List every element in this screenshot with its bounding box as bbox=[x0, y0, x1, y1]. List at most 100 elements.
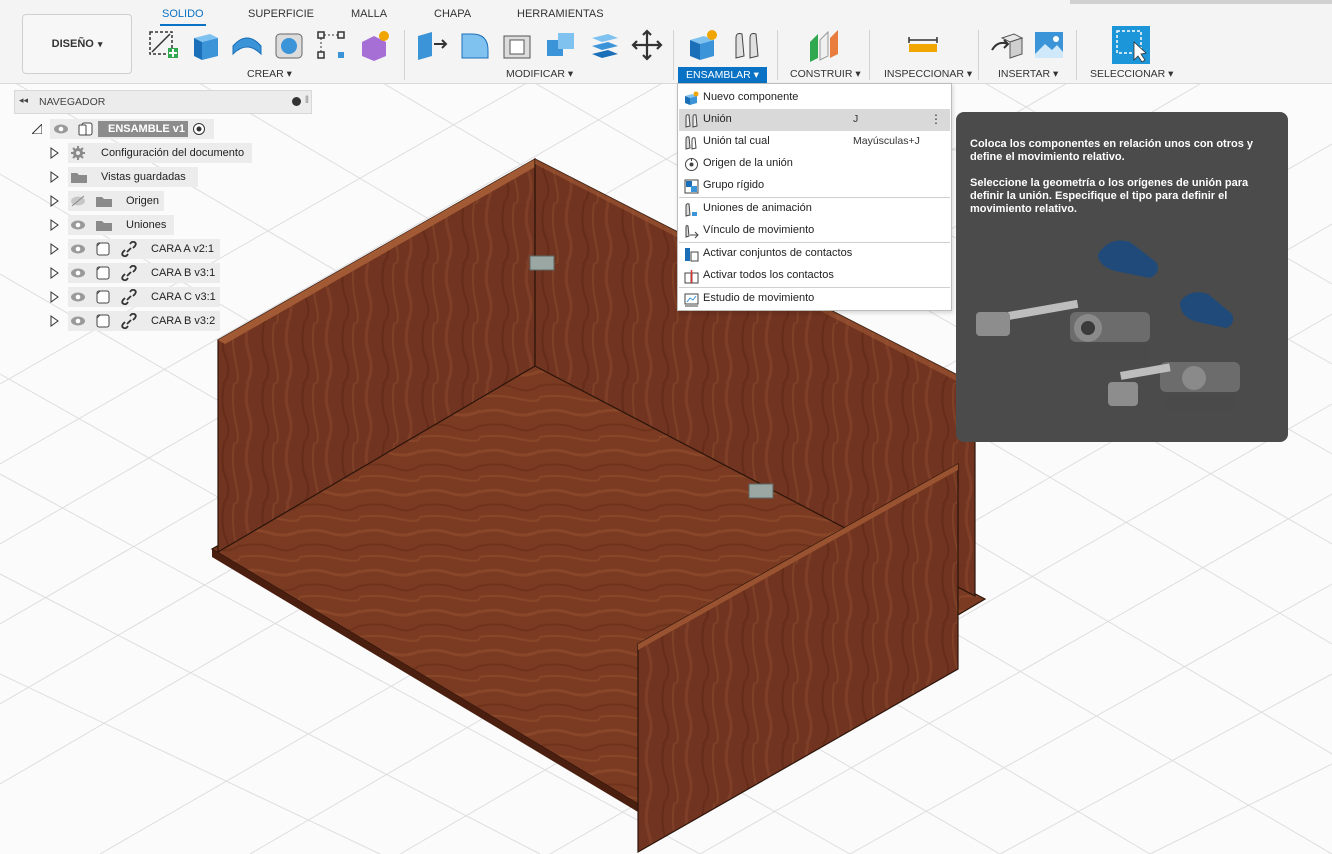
select-icon[interactable] bbox=[1112, 26, 1150, 64]
folder-icon bbox=[71, 173, 87, 183]
eye-icon[interactable] bbox=[70, 243, 86, 255]
minimize-icon[interactable] bbox=[292, 97, 301, 106]
tab-superficie[interactable]: SUPERFICIE bbox=[248, 0, 314, 26]
menu-label: Grupo rígido bbox=[703, 179, 765, 191]
menu-item-new-component[interactable]: Nuevo componente bbox=[679, 87, 950, 109]
more-options-icon[interactable]: ⋮ bbox=[930, 112, 942, 126]
move-icon[interactable] bbox=[630, 28, 664, 62]
form-icon[interactable] bbox=[358, 28, 392, 62]
measure-icon[interactable] bbox=[906, 28, 940, 62]
eye-icon[interactable] bbox=[70, 219, 86, 231]
tab-herramientas[interactable]: HERRAMIENTAS bbox=[517, 0, 604, 26]
menu-item-motion-link[interactable]: Vínculo de movimiento bbox=[679, 220, 950, 242]
joint-marker-1[interactable] bbox=[529, 255, 555, 271]
menu-item-as-built-joint[interactable]: Unión tal cual Mayúsculas+J bbox=[679, 131, 950, 153]
ribbon-toolbar: DISEÑO ▾ SOLIDO SUPERFICIE MALLA CHAPA H… bbox=[0, 0, 1332, 84]
collapsed-triangle-icon[interactable] bbox=[50, 291, 59, 303]
shell-icon[interactable] bbox=[500, 28, 534, 62]
tree-item-label: Configuración del documento bbox=[101, 147, 245, 159]
joint-icon bbox=[685, 114, 698, 128]
menu-label: Nuevo componente bbox=[703, 91, 799, 103]
workspace-label: DISEÑO bbox=[51, 38, 94, 50]
menu-item-joint[interactable]: Unión J ⋮ bbox=[679, 109, 950, 131]
group-insertar[interactable]: INSERTAR ▾ bbox=[998, 68, 1058, 80]
menu-label: Activar conjuntos de contactos bbox=[703, 247, 853, 259]
eye-hidden-icon[interactable] bbox=[70, 195, 86, 207]
group-crear[interactable]: CREAR ▾ bbox=[247, 68, 292, 80]
insert-derive-icon[interactable] bbox=[990, 28, 1024, 62]
separator bbox=[978, 30, 979, 80]
revolve-icon[interactable] bbox=[230, 28, 264, 62]
gear-icon bbox=[71, 146, 85, 160]
collapsed-triangle-icon[interactable] bbox=[50, 147, 59, 159]
eye-icon[interactable] bbox=[70, 291, 86, 303]
joint-tooltip: Coloca los componentes en relación unos … bbox=[956, 112, 1288, 442]
contact-sets-icon bbox=[685, 248, 699, 262]
collapsed-triangle-icon[interactable] bbox=[50, 315, 59, 327]
menu-item-joint-origin[interactable]: Origen de la unión bbox=[679, 153, 950, 175]
tooltip-illustration bbox=[976, 240, 1240, 410]
group-seleccionar[interactable]: SELECCIONAR ▾ bbox=[1090, 68, 1173, 80]
pattern-icon[interactable] bbox=[314, 28, 348, 62]
tooltip-instructions: Seleccione la geometría o los orígenes d… bbox=[970, 177, 1249, 215]
new-component-icon bbox=[685, 91, 699, 105]
eye-icon[interactable] bbox=[70, 267, 86, 279]
eye-icon[interactable] bbox=[53, 123, 69, 135]
sweep-icon[interactable] bbox=[272, 28, 306, 62]
tree-item-label: CARA C v3:1 bbox=[151, 291, 216, 303]
insert-canvas-icon[interactable] bbox=[1032, 28, 1066, 62]
separator bbox=[1076, 30, 1077, 80]
top-scrollbar[interactable] bbox=[1070, 0, 1332, 4]
offset-plane-icon[interactable] bbox=[806, 28, 840, 62]
collapsed-triangle-icon[interactable] bbox=[50, 171, 59, 183]
menu-label: Unión tal cual bbox=[703, 135, 770, 147]
create-sketch-icon[interactable] bbox=[146, 28, 180, 62]
menu-label: Origen de la unión bbox=[703, 157, 793, 169]
group-modificar[interactable]: MODIFICAR ▾ bbox=[506, 68, 573, 80]
component-icon bbox=[96, 314, 110, 328]
motion-study-icon bbox=[684, 293, 699, 307]
menu-item-motion-study[interactable]: Estudio de movimiento bbox=[679, 288, 950, 310]
combine-icon[interactable] bbox=[544, 28, 578, 62]
component-icon bbox=[96, 242, 110, 256]
activate-radio-icon[interactable] bbox=[192, 122, 206, 136]
joint-icon[interactable] bbox=[730, 28, 764, 62]
group-ensamblar[interactable]: ENSAMBLAR ▾ bbox=[678, 67, 767, 83]
link-icon bbox=[121, 241, 137, 257]
menu-item-enable-all-contact[interactable]: Activar todos los contactos bbox=[679, 265, 950, 287]
root-label[interactable]: ENSAMBLE v1 bbox=[108, 123, 185, 135]
panel-grip-icon[interactable]: ‖ bbox=[305, 95, 309, 106]
collapse-icon[interactable]: ◂◂ bbox=[19, 95, 28, 106]
tree-item-label: Uniones bbox=[126, 219, 167, 231]
split-body-icon[interactable] bbox=[588, 28, 622, 62]
collapsed-triangle-icon[interactable] bbox=[50, 219, 59, 231]
extrude-icon[interactable] bbox=[188, 28, 222, 62]
folder-icon bbox=[96, 221, 112, 231]
tab-chapa[interactable]: CHAPA bbox=[434, 0, 471, 26]
expanded-triangle-icon[interactable] bbox=[32, 124, 42, 134]
tree-item-label: CARA B v3:1 bbox=[151, 267, 216, 279]
fillet-icon[interactable] bbox=[458, 28, 492, 62]
joint-origin-icon bbox=[685, 158, 698, 171]
new-component-icon[interactable] bbox=[686, 28, 720, 62]
menu-label: Unión bbox=[703, 113, 732, 125]
group-inspeccionar[interactable]: INSPECCIONAR ▾ bbox=[884, 68, 972, 80]
group-construir[interactable]: CONSTRUIR ▾ bbox=[790, 68, 861, 80]
component-icon bbox=[96, 266, 110, 280]
collapsed-triangle-icon[interactable] bbox=[50, 195, 59, 207]
joint-marker-2[interactable] bbox=[748, 483, 774, 499]
menu-item-drive-joints[interactable]: Uniones de animación bbox=[679, 198, 950, 220]
collapsed-triangle-icon[interactable] bbox=[50, 243, 59, 255]
press-pull-icon[interactable] bbox=[414, 28, 448, 62]
tree-item-label: Vistas guardadas bbox=[101, 171, 186, 183]
tab-malla[interactable]: MALLA bbox=[351, 0, 387, 26]
collapsed-triangle-icon[interactable] bbox=[50, 267, 59, 279]
menu-label: Estudio de movimiento bbox=[703, 292, 815, 304]
menu-item-enable-contact-sets[interactable]: Activar conjuntos de contactos bbox=[679, 243, 950, 265]
eye-icon[interactable] bbox=[70, 315, 86, 327]
workspace-selector[interactable]: DISEÑO ▾ bbox=[22, 14, 132, 74]
drive-joints-icon bbox=[685, 203, 697, 217]
tab-solido[interactable]: SOLIDO bbox=[160, 0, 206, 26]
menu-item-rigid-group[interactable]: Grupo rígido bbox=[679, 175, 950, 197]
menu-shortcut: J bbox=[853, 113, 859, 125]
